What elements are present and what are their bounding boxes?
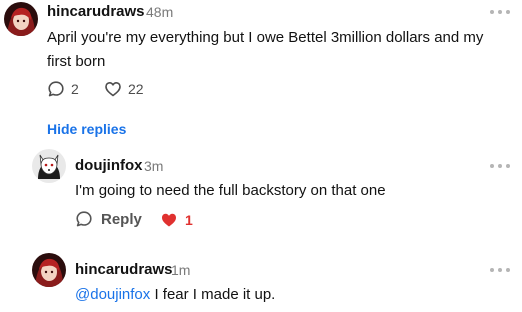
like-button[interactable]: 22: [104, 80, 144, 98]
more-options-icon[interactable]: [490, 8, 510, 16]
more-options-icon[interactable]: [490, 162, 510, 170]
comment-bubble-icon: [48, 81, 64, 97]
comment-text: I'm going to need the full backstory on …: [75, 182, 386, 199]
comment-bubble-icon: [76, 211, 92, 227]
avatar[interactable]: [4, 2, 38, 36]
hide-replies-link[interactable]: Hide replies: [47, 121, 126, 137]
comment-timestamp: 1m: [171, 262, 191, 278]
comment-username[interactable]: hincarudraws: [75, 261, 173, 278]
comment-username[interactable]: hincarudraws: [47, 3, 145, 20]
comment-timestamp: 48m: [146, 4, 174, 20]
like-button[interactable]: 1: [160, 211, 193, 229]
comment-username[interactable]: doujinfox: [75, 157, 143, 174]
avatar-anime-red-hair-icon: [4, 2, 38, 36]
avatar[interactable]: [32, 253, 66, 287]
like-count: 1: [185, 212, 193, 228]
comment-text: April you're my everything but I owe Bet…: [47, 29, 484, 70]
more-options-icon[interactable]: [490, 266, 510, 274]
heart-outline-icon: [105, 82, 121, 97]
avatar-anime-red-hair-icon: [32, 253, 66, 287]
comment-timestamp: 3m: [144, 158, 164, 174]
reply-count-button[interactable]: 2: [47, 80, 79, 98]
avatar-white-fox-icon: [32, 149, 66, 183]
reply-button[interactable]: Reply: [75, 210, 142, 228]
heart-filled-icon: [162, 213, 176, 227]
reply-label: Reply: [101, 210, 142, 228]
user-mention-link[interactable]: @doujinfox: [75, 286, 150, 303]
avatar[interactable]: [32, 149, 66, 183]
like-count: 22: [128, 81, 144, 97]
comment-text-rest: I fear I made it up.: [150, 286, 276, 303]
reply-count: 2: [71, 81, 79, 97]
comment-text: @doujinfox I fear I made it up.: [75, 283, 505, 307]
